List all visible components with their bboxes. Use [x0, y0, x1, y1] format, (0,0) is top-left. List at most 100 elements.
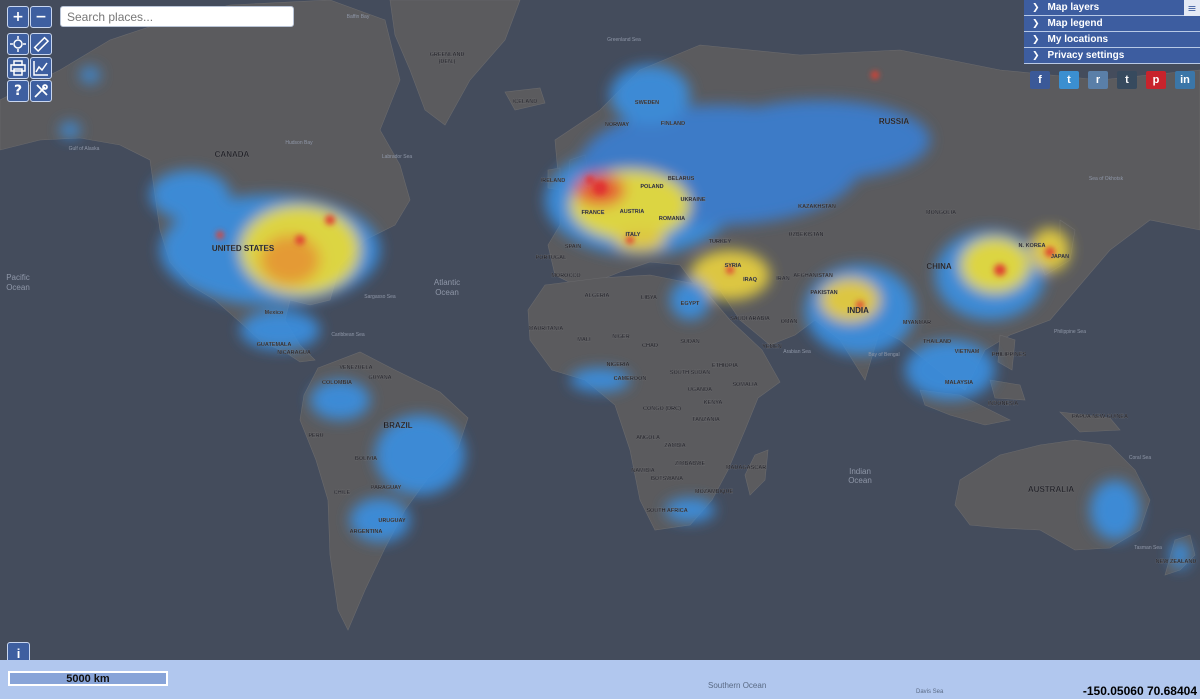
country-label: INDONESIA: [988, 401, 1019, 407]
country-label: MADAGASCAR: [726, 465, 766, 471]
chart-icon[interactable]: [30, 57, 52, 79]
country-label: (DEN.): [439, 59, 456, 65]
country-label: ANGOLA: [636, 435, 660, 441]
country-label: NAMIBIA: [631, 468, 655, 474]
zoom-out-button[interactable]: −: [30, 6, 52, 28]
chevron-right-icon: ❯: [1032, 18, 1040, 29]
country-label: KENYA: [704, 400, 723, 406]
search-input[interactable]: [60, 6, 294, 27]
country-label: AFGHANISTAN: [793, 273, 833, 279]
chevron-right-icon: ❯: [1032, 50, 1040, 61]
linkedin-icon[interactable]: in: [1175, 71, 1195, 89]
country-label: NICARAGUA: [277, 350, 311, 356]
water-label: Greenland Sea: [607, 37, 641, 43]
country-label: INDIA: [847, 306, 869, 315]
country-label: AUSTRALIA: [1028, 485, 1074, 494]
country-label: RUSSIA: [879, 117, 909, 126]
country-label: MYANMAR: [903, 320, 931, 326]
water-label: Indian: [849, 467, 871, 476]
ocean-label-southern: Southern Ocean: [708, 681, 767, 690]
tools-icon[interactable]: [30, 80, 52, 102]
water-label: Sargasso Sea: [364, 294, 396, 300]
print-icon[interactable]: [7, 57, 29, 79]
country-label: NORWAY: [605, 122, 629, 128]
water-label: Pacific: [6, 273, 30, 282]
country-label: CHILE: [334, 490, 351, 496]
water-label: Philippine Sea: [1054, 329, 1086, 335]
bottom-bar: [0, 660, 1200, 699]
help-icon: ?: [13, 83, 23, 99]
country-label: ROMANIA: [659, 216, 685, 222]
country-label: KAZAKHSTAN: [798, 204, 836, 210]
country-label: PERU: [308, 433, 323, 439]
water-label: Labrador Sea: [382, 154, 413, 160]
country-label: ITALY: [626, 232, 641, 238]
country-label: CHAD: [642, 343, 658, 349]
country-label: SPAIN: [565, 244, 581, 250]
country-label: YEMEN: [762, 344, 782, 350]
country-label: ARGENTINA: [350, 529, 383, 535]
water-label: Sea of Okhotsk: [1089, 176, 1124, 182]
country-label: LIBYA: [641, 295, 657, 301]
info-icon: i: [16, 646, 21, 661]
country-label: MONGOLIA: [926, 210, 956, 216]
menu-item-my-locations[interactable]: ❯ My locations: [1024, 32, 1200, 48]
menu-item-label: Map legend: [1047, 18, 1103, 29]
country-label: SAUDI ARABIA: [730, 316, 770, 322]
country-label: MOROCCO: [551, 273, 581, 279]
country-label: BRAZIL: [383, 421, 412, 430]
scale-bar: 5000 km: [8, 671, 168, 686]
country-label: ZAMBIA: [664, 443, 685, 449]
country-label: PAPUA NEW GUINEA: [1072, 414, 1128, 420]
country-label: IRAQ: [743, 277, 757, 283]
country-label: SWEDEN: [635, 100, 659, 106]
country-label: NEW ZEALAND: [1156, 559, 1197, 565]
country-label: SYRIA: [725, 263, 742, 269]
social-share-bar: f t r t p in: [1030, 71, 1195, 89]
country-label: UGANDA: [688, 387, 712, 393]
menu-item-label: My locations: [1047, 34, 1109, 45]
chevron-right-icon: ❯: [1032, 2, 1040, 13]
twitter-icon[interactable]: t: [1059, 71, 1079, 89]
water-label: Hudson Bay: [285, 140, 313, 146]
menu-item-map-legend[interactable]: ❯ Map legend: [1024, 16, 1200, 32]
country-label: POLAND: [640, 184, 663, 190]
country-label: EGYPT: [681, 301, 700, 307]
water-label: Ocean: [848, 476, 872, 485]
hamburger-menu-icon[interactable]: ≡: [1184, 0, 1200, 16]
country-label: CANADA: [215, 150, 250, 159]
water-label: Baffin Bay: [347, 14, 370, 20]
menu-item-privacy-settings[interactable]: ❯ Privacy settings: [1024, 48, 1200, 64]
menu-item-label: Privacy settings: [1047, 50, 1125, 61]
country-label: BELARUS: [668, 176, 695, 182]
country-label: BOTSWANA: [651, 476, 683, 482]
country-label: NIGER: [612, 334, 629, 340]
country-label: FINLAND: [661, 121, 685, 127]
facebook-icon[interactable]: f: [1030, 71, 1050, 89]
coordinate-readout: -150.05060 70.68404: [1082, 684, 1197, 698]
ruler-icon[interactable]: [30, 33, 52, 55]
help-button[interactable]: ?: [7, 80, 29, 102]
menu-item-map-layers[interactable]: ❯ Map layers: [1024, 0, 1200, 16]
locate-icon[interactable]: [7, 33, 29, 55]
water-label: Tasman Sea: [1134, 545, 1162, 551]
tumblr-icon[interactable]: t: [1117, 71, 1137, 89]
country-label: VIETNAM: [955, 349, 980, 355]
zoom-in-button[interactable]: +: [7, 6, 29, 28]
country-label: VENEZUELA: [339, 365, 372, 371]
country-label: TANZANIA: [692, 417, 720, 423]
water-label: Atlantic: [434, 278, 460, 287]
pinterest-icon[interactable]: p: [1146, 71, 1166, 89]
country-label: URUGUAY: [378, 518, 406, 524]
water-label: Coral Sea: [1129, 455, 1151, 461]
country-label: ICELAND: [513, 99, 537, 105]
country-label: UKRAINE: [680, 197, 705, 203]
country-label: THAILAND: [923, 339, 951, 345]
country-label: N. KOREA: [1019, 243, 1046, 249]
country-label: CAMEROON: [614, 376, 647, 382]
country-label: PARAGUAY: [371, 485, 402, 491]
light-pollution-map[interactable]: CANADA UNITED STATES Mexico GUATEMALA NICARA…: [0, 0, 1200, 699]
water-label: Ocean: [435, 288, 459, 297]
reddit-icon[interactable]: r: [1088, 71, 1108, 89]
menu-item-label: Map layers: [1047, 2, 1100, 13]
